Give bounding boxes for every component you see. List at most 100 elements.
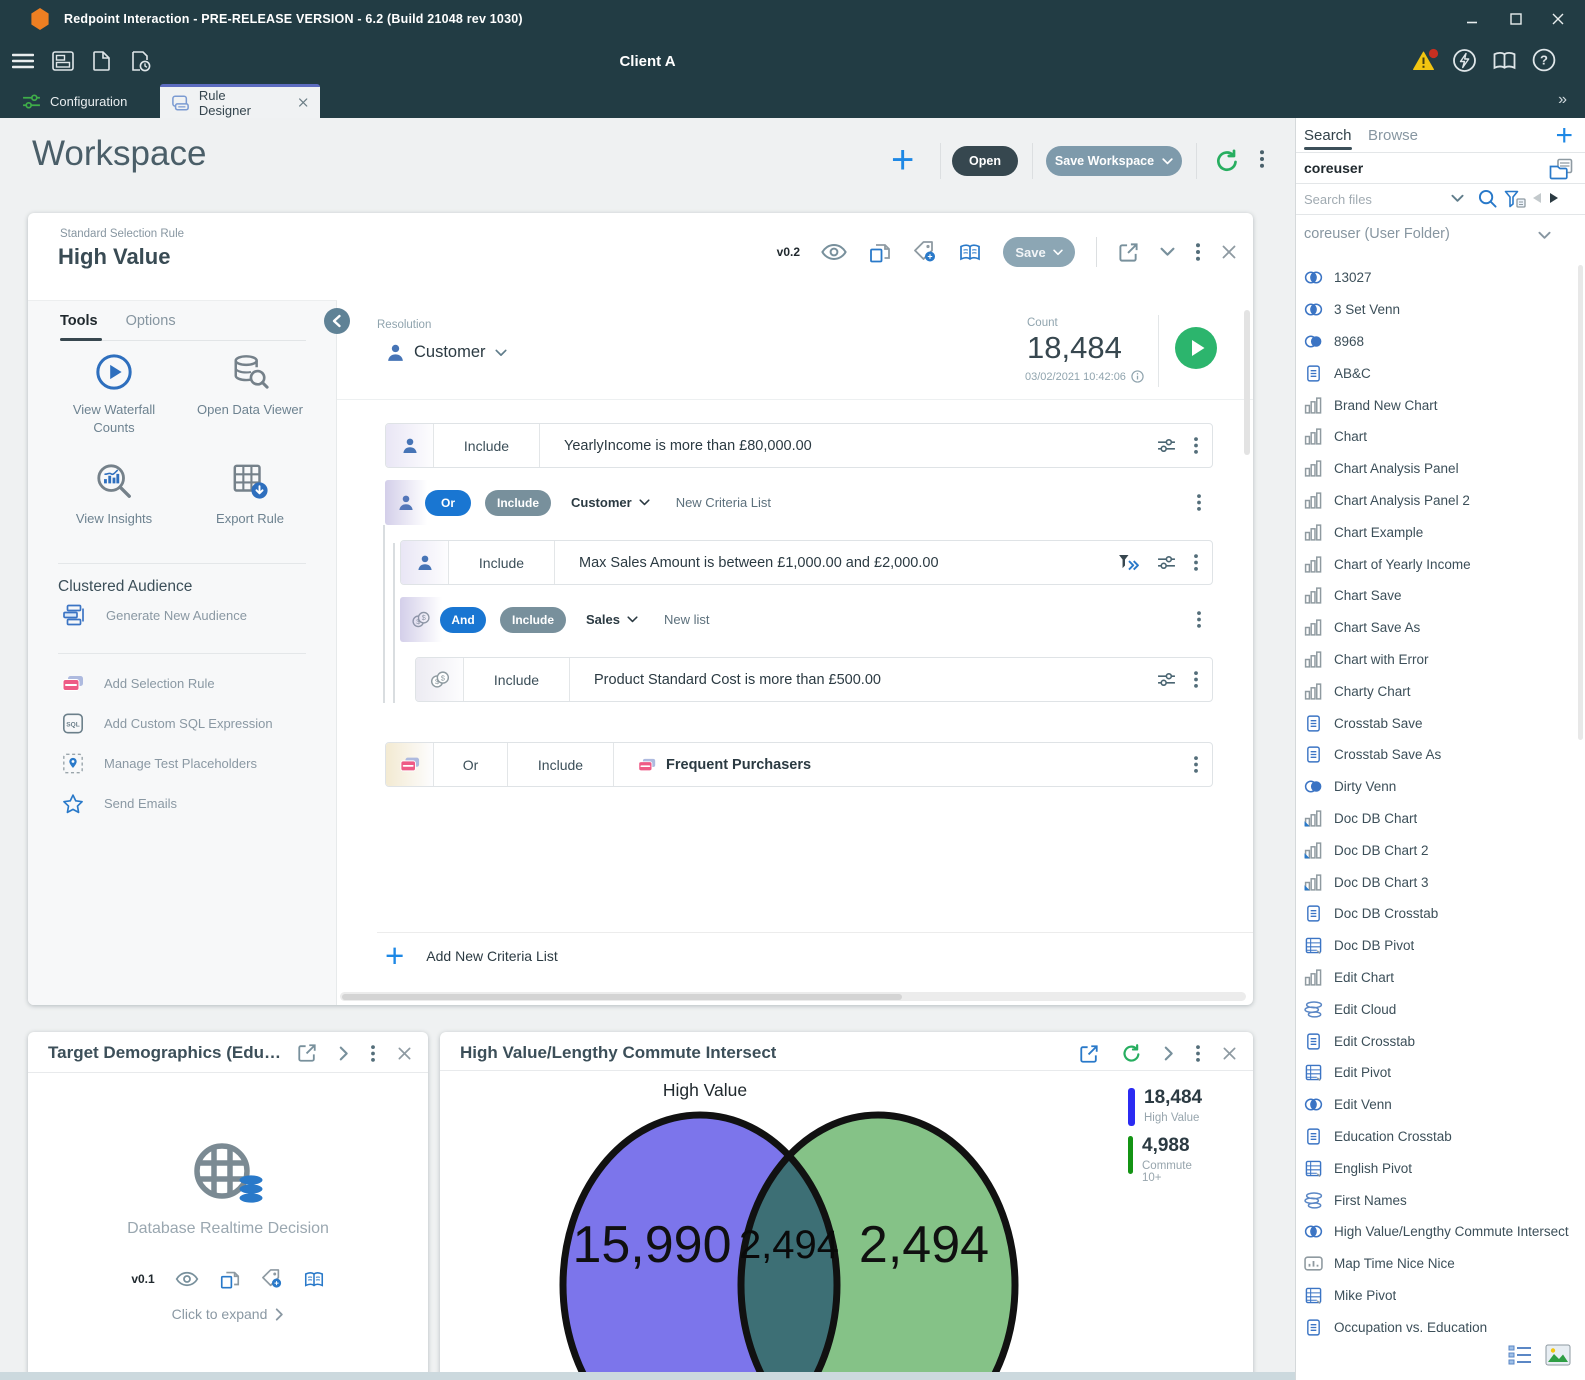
preview-eye-icon[interactable] (175, 1271, 199, 1287)
warning-icon[interactable] (1411, 48, 1439, 74)
collapse-panel-button[interactable] (324, 308, 350, 334)
tag-icon[interactable] (913, 241, 937, 263)
preview-eye-icon[interactable] (821, 243, 847, 261)
tool-open-data-viewer[interactable]: Open Data Viewer (182, 353, 318, 436)
maximize-button[interactable] (1499, 0, 1533, 38)
card-menu-icon[interactable] (1196, 1045, 1200, 1062)
search-files-input[interactable] (1304, 186, 1444, 212)
close-rule-icon[interactable] (1221, 244, 1237, 260)
file-item-first-names[interactable]: First Names (1296, 1184, 1578, 1216)
row-menu-icon[interactable] (1194, 756, 1198, 773)
copy-icon[interactable] (219, 1268, 241, 1290)
tab-search[interactable]: Search (1304, 127, 1352, 144)
file-item-chart-of-yearly-income[interactable]: Chart of Yearly Income (1296, 548, 1578, 580)
tune-icon[interactable] (1157, 672, 1176, 687)
file-item-edit-venn[interactable]: Edit Venn (1296, 1089, 1578, 1121)
row-menu-icon[interactable] (1194, 437, 1198, 454)
search-icon[interactable] (1478, 189, 1497, 208)
tab-overflow-icon[interactable]: » (1558, 91, 1567, 109)
dynamo-icon[interactable] (1452, 48, 1477, 73)
sidebar-scrollbar[interactable] (1578, 265, 1583, 740)
include-pill[interactable]: Include (500, 607, 566, 633)
tool-export-rule[interactable]: Export Rule (182, 462, 318, 528)
file-item-edit-pivot[interactable]: Edit Pivot (1296, 1057, 1578, 1089)
file-item-doc-db-chart[interactable]: Doc DB Chart (1296, 803, 1578, 835)
folder-collapse-chevron-icon[interactable] (1538, 231, 1551, 240)
file-item-chart-example[interactable]: Chart Example (1296, 516, 1578, 548)
tab-browse[interactable]: Browse (1368, 127, 1418, 144)
external-link-icon[interactable] (297, 1043, 317, 1063)
criteria-list-name[interactable]: New Criteria List (676, 495, 771, 510)
file-item-map-time-nice-nice[interactable]: Map Time Nice Nice (1296, 1248, 1578, 1280)
refresh-icon[interactable] (1121, 1043, 1142, 1064)
tool-view-waterfall-counts[interactable]: View Waterfall Counts (46, 353, 182, 436)
search-scope-chevron-icon[interactable] (1451, 194, 1464, 203)
copy-icon[interactable] (868, 240, 892, 264)
file-item-english-pivot[interactable]: English Pivot (1296, 1152, 1578, 1184)
operator-pill[interactable]: Or (425, 490, 471, 516)
file-item-3-set-venn[interactable]: 3 Set Venn (1296, 294, 1578, 326)
minimize-button[interactable] (1455, 0, 1489, 38)
click-to-expand[interactable]: Click to expand (28, 1306, 428, 1322)
add-file-button[interactable]: + (1555, 119, 1573, 153)
file-item-doc-db-crosstab[interactable]: Doc DB Crosstab (1296, 898, 1578, 930)
filter-results-icon[interactable] (1504, 190, 1526, 208)
main-horizontal-scrollbar[interactable] (0, 1372, 1295, 1380)
file-item-crosstab-save[interactable]: Crosstab Save (1296, 707, 1578, 739)
file-item-chart-analysis-panel-2[interactable]: Chart Analysis Panel 2 (1296, 485, 1578, 517)
file-item-edit-cloud[interactable]: Edit Cloud (1296, 993, 1578, 1025)
resolution-select[interactable]: Customer (386, 343, 507, 362)
criteria-group-row[interactable]: Or Include Customer New Criteria List (385, 480, 1213, 525)
close-window-button[interactable] (1541, 0, 1575, 38)
close-card-icon[interactable] (397, 1046, 412, 1061)
tab-rule-designer[interactable]: Rule Designer (160, 84, 320, 118)
tab-options[interactable]: Options (126, 313, 176, 329)
include-pill[interactable]: Include (485, 490, 551, 516)
book-icon[interactable] (303, 1271, 325, 1288)
tune-icon[interactable] (1157, 438, 1176, 453)
file-item-mike-pivot[interactable]: Mike Pivot (1296, 1280, 1578, 1312)
chevron-right-icon[interactable] (1164, 1046, 1174, 1061)
entity-select[interactable]: Sales (586, 612, 638, 627)
criteria-list-name[interactable]: New list (664, 612, 710, 627)
book-icon[interactable] (958, 243, 982, 262)
chevron-right-icon[interactable] (339, 1046, 349, 1061)
criteria-row[interactable]: IncludeMax Sales Amount is between £1,00… (400, 540, 1213, 585)
criteria-row[interactable]: IncludeYearlyIncome is more than £80,000… (385, 423, 1213, 468)
file-item-13027[interactable]: 13027 (1296, 262, 1578, 294)
row-menu-icon[interactable] (1197, 494, 1201, 511)
folder-header[interactable]: coreuser (User Folder) (1304, 226, 1450, 242)
file-item-doc-db-pivot[interactable]: Doc DB Pivot (1296, 930, 1578, 962)
file-item-doc-db-chart-2[interactable]: Doc DB Chart 2 (1296, 834, 1578, 866)
manual-book-icon[interactable] (1492, 51, 1517, 71)
row-menu-icon[interactable] (1197, 611, 1201, 628)
filter-skip-icon[interactable] (1118, 554, 1139, 571)
file-item-8968[interactable]: 8968 (1296, 326, 1578, 358)
file-item-charty-chart[interactable]: Charty Chart (1296, 675, 1578, 707)
file-item-chart-save-as[interactable]: Chart Save As (1296, 612, 1578, 644)
thumbnail-view-icon[interactable] (1545, 1344, 1571, 1366)
list-view-icon[interactable] (1507, 1344, 1533, 1366)
action-add-selection-rule[interactable]: Add Selection Rule (62, 673, 215, 694)
rule-vertical-scrollbar[interactable] (1244, 310, 1250, 455)
file-item-dirty-venn[interactable]: Dirty Venn (1296, 771, 1578, 803)
close-card-icon[interactable] (1222, 1046, 1237, 1061)
file-item-crosstab-save-as[interactable]: Crosstab Save As (1296, 739, 1578, 771)
row-menu-icon[interactable] (1194, 554, 1198, 571)
rule-menu-icon[interactable] (1196, 243, 1200, 261)
tag-icon[interactable] (261, 1269, 283, 1289)
info-icon[interactable] (1131, 370, 1144, 383)
action-manage-test-placeholders[interactable]: Manage Test Placeholders (62, 753, 257, 774)
tab-tools[interactable]: Tools (60, 313, 98, 329)
row-menu-icon[interactable] (1194, 671, 1198, 688)
generate-new-audience-button[interactable]: Generate New Audience (62, 604, 247, 626)
open-button[interactable]: Open (952, 146, 1018, 176)
folder-copy-icon[interactable] (1549, 158, 1573, 180)
file-item-brand-new-chart[interactable]: Brand New Chart (1296, 389, 1578, 421)
entity-select[interactable]: Customer (571, 495, 650, 510)
action-add-custom-sql-expression[interactable]: SQLAdd Custom SQL Expression (62, 713, 273, 734)
add-new-criteria-button[interactable]: + Add New Criteria List (385, 943, 558, 969)
card-menu-icon[interactable] (371, 1045, 375, 1062)
nav-back-icon[interactable] (1532, 192, 1542, 204)
file-item-ab-c[interactable]: AB&C (1296, 357, 1578, 389)
